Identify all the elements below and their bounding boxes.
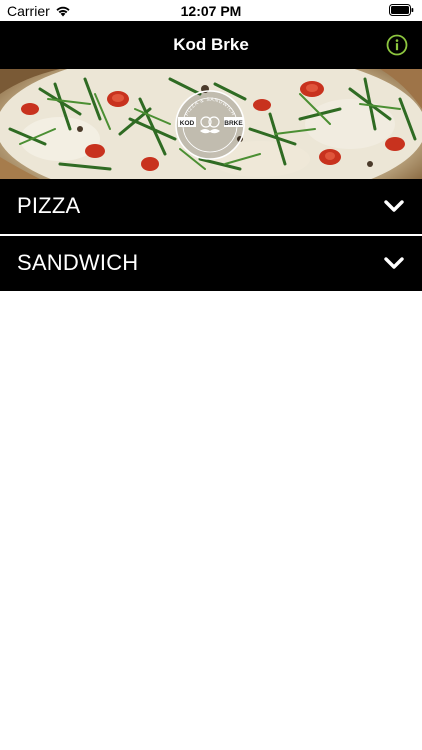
chevron-down-icon[interactable]: [384, 198, 404, 214]
page-title: Kod Brke: [173, 35, 249, 54]
logo-word-left: KOD: [180, 120, 195, 127]
section-pizza[interactable]: PIZZA: [0, 179, 422, 234]
kod-brke-logo: PIZZA & SANDWICH KOD BRKE: [175, 90, 245, 160]
logo-word-right: BRKE: [224, 120, 243, 127]
status-time: 12:07 PM: [180, 3, 242, 19]
section-sandwich[interactable]: SANDWICH: [0, 236, 422, 291]
section-label: PIZZA: [17, 193, 81, 218]
section-label: SANDWICH: [17, 250, 139, 275]
hero-banner: PIZZA & SANDWICH KOD BRKE: [0, 69, 422, 179]
info-icon[interactable]: [386, 34, 408, 56]
navigation-bar: Kod Brke: [0, 21, 422, 69]
battery-icon: [389, 4, 414, 16]
menu-section-list: PIZZA SANDWICH: [0, 179, 422, 291]
chevron-down-icon[interactable]: [384, 255, 404, 271]
status-bar: Carrier 12:07 PM: [0, 0, 422, 21]
